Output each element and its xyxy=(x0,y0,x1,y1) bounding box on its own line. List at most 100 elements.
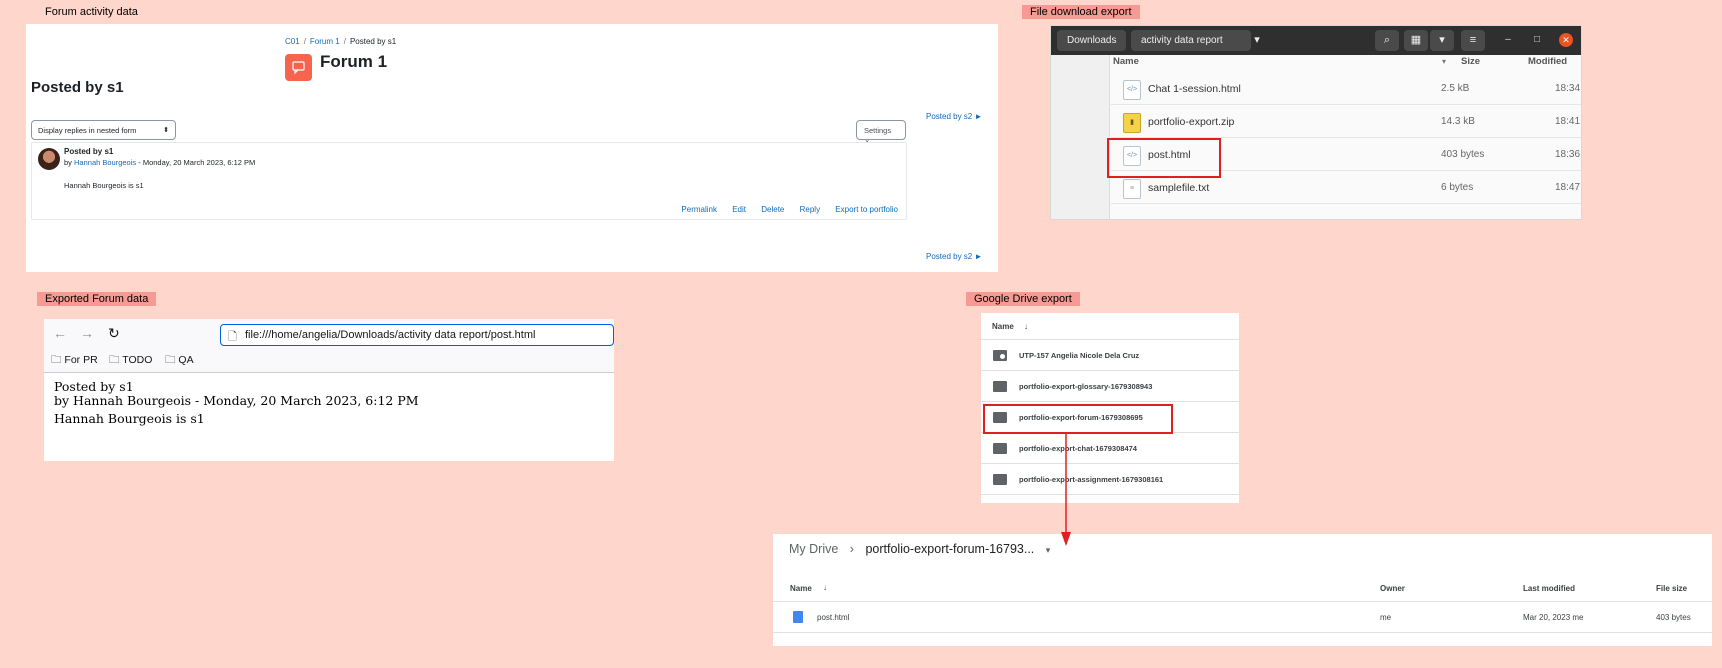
exported-byline: by Hannah Bourgeois - Monday, 20 March 2… xyxy=(54,393,419,408)
drive-item-name: UTP-157 Angelia Nicole Dela Cruz xyxy=(1019,351,1140,360)
folder-icon xyxy=(993,381,1007,392)
exported-page-content: Posted by s1 by Hannah Bourgeois - Monda… xyxy=(54,380,419,426)
drive-folder-header: Name ↓ Owner Last modified File size xyxy=(773,574,1712,602)
settings-label: Settings xyxy=(864,126,892,135)
page-icon: 🗋 xyxy=(228,331,237,343)
text-file-icon: ≡ xyxy=(1123,179,1141,199)
forum-title: Forum 1 xyxy=(320,52,388,71)
path-segment-current[interactable]: activity data report xyxy=(1131,30,1251,51)
drive-item[interactable]: portfolio-export-chat-1679308474 xyxy=(981,433,1239,464)
header-name[interactable]: Name xyxy=(790,584,812,593)
file-modified: 18:34 xyxy=(1555,83,1581,94)
drive-file-row[interactable]: post.html me Mar 20, 2023 me 403 bytes xyxy=(773,602,1712,633)
reload-icon[interactable]: ↻ xyxy=(108,325,120,342)
breadcrumb-course[interactable]: C01 xyxy=(285,37,300,46)
path-current-label: activity data report xyxy=(1141,35,1223,46)
drive-item-name: portfolio-export-assignment-1679308161 xyxy=(1019,475,1164,484)
drive-breadcrumb: My Drive › portfolio-export-forum-16793.… xyxy=(789,542,1050,556)
html-file-icon: </> xyxy=(1123,80,1141,100)
export-to-portfolio-link[interactable]: Export to portfolio xyxy=(835,205,898,214)
drive-file-owner: me xyxy=(1380,613,1392,622)
label-file-download: File download export xyxy=(1022,5,1140,19)
file-name: samplefile.txt xyxy=(1148,182,1210,194)
bookmark-todo[interactable]: 🗀 TODO xyxy=(109,352,152,370)
file-manager-titlebar: Downloads activity data report ▾ ⌕ ▦ ▾ ≡… xyxy=(1051,26,1581,55)
folder-icon: 🗀 xyxy=(109,354,120,366)
menu-icon[interactable]: ≡ xyxy=(1461,30,1485,51)
page-title: Posted by s1 xyxy=(31,79,124,96)
bookmark-label: QA xyxy=(178,354,194,366)
highlight-box-forum-folder xyxy=(983,404,1173,434)
maximize-icon[interactable]: □ xyxy=(1530,33,1544,47)
close-icon[interactable]: ✕ xyxy=(1559,33,1573,47)
drive-column-header[interactable]: Name ↓ xyxy=(981,313,1239,340)
forum-panel: C01/Forum 1/Posted by s1 Forum 1 Posted … xyxy=(26,24,998,272)
reply-link[interactable]: Reply xyxy=(800,205,820,214)
settings-button[interactable]: Settings ⌄ xyxy=(856,120,906,144)
browser-toolbar: ← → ↻ 🗋 file:///home/angelia/Downloads/a… xyxy=(44,319,614,373)
document-icon xyxy=(793,611,803,623)
by-prefix: by xyxy=(64,158,72,167)
chevron-down-icon[interactable]: ▾ xyxy=(1046,545,1051,555)
folder-icon xyxy=(993,443,1007,454)
forward-arrow-icon[interactable]: → xyxy=(80,325,94,341)
select-caret-icon: ⬍ xyxy=(163,127,169,134)
edit-link[interactable]: Edit xyxy=(732,205,746,214)
bookmark-qa[interactable]: 🗀 QA xyxy=(165,352,194,370)
header-file-size: File size xyxy=(1656,584,1688,593)
column-header-size[interactable]: Size xyxy=(1461,56,1480,72)
display-mode-value: Display replies in nested form xyxy=(38,126,137,135)
exported-subject: Posted by s1 xyxy=(54,379,134,394)
permalink-link[interactable]: Permalink xyxy=(681,205,717,214)
next-discussion-link[interactable]: Posted by s2 ► xyxy=(926,112,982,121)
browser-window: ← → ↻ 🗋 file:///home/angelia/Downloads/a… xyxy=(44,319,614,461)
drive-item[interactable]: portfolio-export-assignment-1679308161 xyxy=(981,464,1239,495)
bookmark-for-pr[interactable]: 🗀 For PR xyxy=(51,352,98,370)
sort-arrow-icon[interactable]: ↓ xyxy=(1024,322,1028,331)
breadcrumb-my-drive[interactable]: My Drive xyxy=(789,542,838,556)
label-forum-activity: Forum activity data xyxy=(45,6,138,18)
label-google-drive: Google Drive export xyxy=(966,292,1080,306)
url-bar[interactable]: 🗋 file:///home/angelia/Downloads/activit… xyxy=(220,324,614,346)
file-modified: 18:47 xyxy=(1555,182,1581,193)
path-segment-downloads[interactable]: Downloads xyxy=(1057,30,1127,51)
drive-item[interactable]: portfolio-export-glossary-1679308943 xyxy=(981,371,1239,402)
breadcrumb-forum[interactable]: Forum 1 xyxy=(310,37,340,46)
next-discussion-link-bottom[interactable]: Posted by s2 ► xyxy=(926,252,982,261)
file-row[interactable]: ▮ portfolio-export.zip 14.3 kB 18:41 xyxy=(1111,106,1581,138)
label-exported-forum: Exported Forum data xyxy=(37,292,157,306)
sort-desc-icon[interactable]: ▾ xyxy=(1442,57,1446,73)
zip-file-icon: ▮ xyxy=(1123,113,1141,133)
display-mode-select[interactable]: Display replies in nested form ⬍ xyxy=(31,120,176,140)
shared-folder-icon xyxy=(993,350,1007,361)
grid-view-icon[interactable]: ▦ xyxy=(1404,30,1428,51)
highlight-box-post-file xyxy=(1107,138,1221,178)
post-date: - Monday, 20 March 2023, 6:12 PM xyxy=(138,158,256,167)
folder-icon xyxy=(993,474,1007,485)
post-body: Hannah Bourgeois is s1 xyxy=(64,181,144,190)
avatar[interactable] xyxy=(38,148,60,170)
drive-item-name: portfolio-export-chat-1679308474 xyxy=(1019,444,1137,453)
minimize-icon[interactable]: – xyxy=(1501,33,1515,47)
sort-arrow-icon[interactable]: ↓ xyxy=(823,583,827,592)
back-arrow-icon[interactable]: ← xyxy=(53,325,67,341)
header-last-modified: Last modified xyxy=(1523,584,1576,593)
drive-item[interactable]: UTP-157 Angelia Nicole Dela Cruz xyxy=(981,340,1239,371)
chevron-down-icon[interactable]: ▾ xyxy=(1245,30,1269,51)
forum-icon xyxy=(285,54,312,81)
column-header-name[interactable]: Name xyxy=(1113,56,1139,72)
file-modified: 18:36 xyxy=(1555,149,1581,160)
breadcrumb-current-folder[interactable]: portfolio-export-forum-16793... xyxy=(865,542,1034,556)
file-size: 6 bytes xyxy=(1441,182,1474,193)
file-size: 403 bytes xyxy=(1441,149,1485,160)
author-link[interactable]: Hannah Bourgeois xyxy=(74,158,136,167)
drive-file-size: 403 bytes xyxy=(1656,613,1691,622)
chevron-right-icon: › xyxy=(849,542,854,556)
delete-link[interactable]: Delete xyxy=(761,205,784,214)
column-header-modified[interactable]: Modified xyxy=(1528,56,1567,72)
drive-file-modified: Mar 20, 2023 me xyxy=(1523,613,1584,622)
file-row[interactable]: </> Chat 1-session.html 2.5 kB 18:34 xyxy=(1111,73,1581,105)
folder-icon: 🗀 xyxy=(165,354,176,366)
search-icon[interactable]: ⌕ xyxy=(1375,30,1399,51)
view-options-icon[interactable]: ▾ xyxy=(1430,30,1454,51)
